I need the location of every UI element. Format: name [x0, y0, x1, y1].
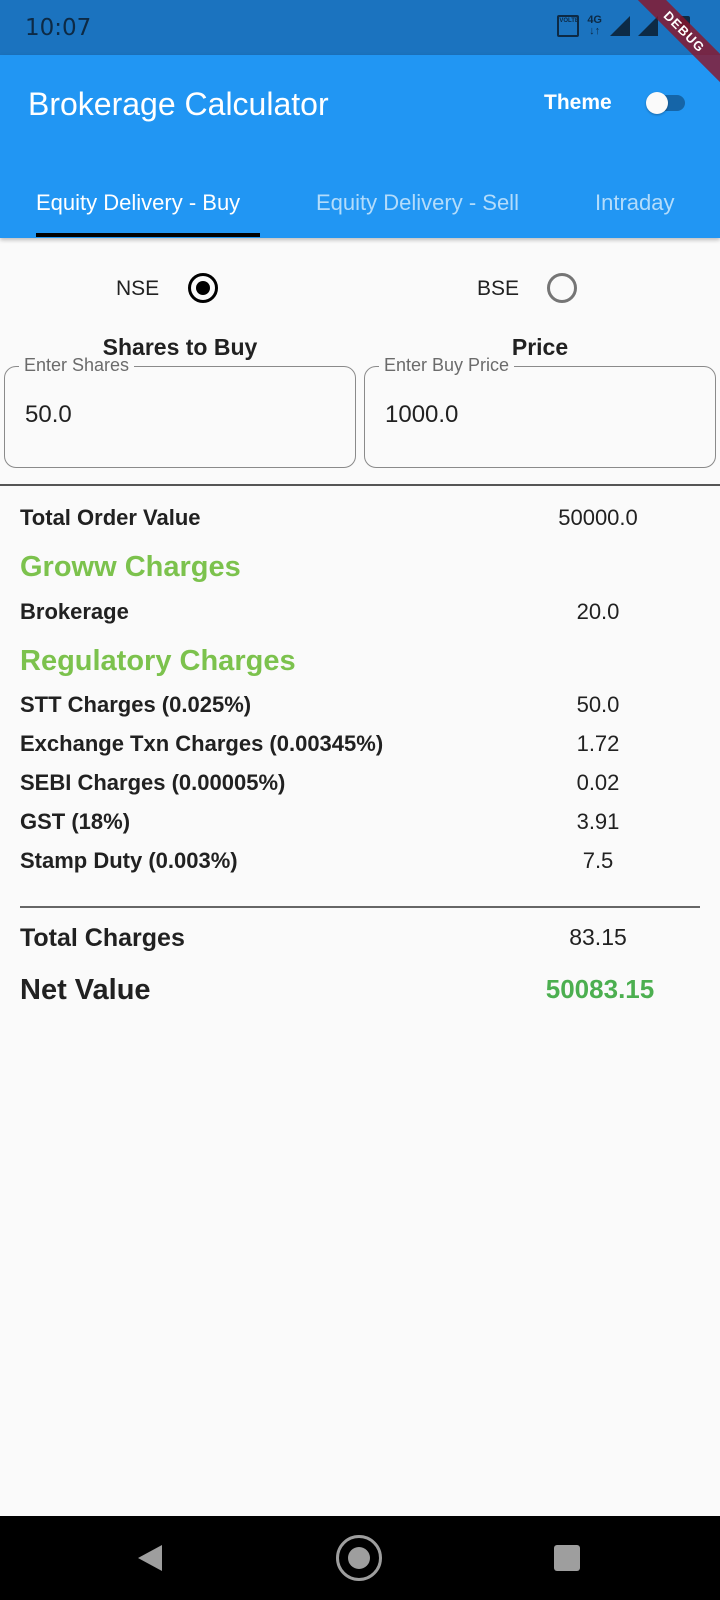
total-order-value: 50000.0	[558, 505, 638, 530]
volte-icon: VOLTE	[557, 15, 580, 37]
price-field[interactable]: Enter Buy Price	[364, 355, 716, 468]
total-charges-label: Total Charges	[20, 924, 185, 952]
total-order-value-label: Total Order Value	[20, 505, 201, 530]
charge-row-stt: STT Charges (0.025%) 50.0	[20, 692, 700, 718]
charge-value: 1.72	[576, 731, 620, 756]
volte-label: VOLTE	[559, 18, 579, 24]
system-nav-bar	[0, 1516, 720, 1600]
charge-label: STT Charges (0.025%)	[20, 692, 252, 717]
charge-value: 7.5	[582, 848, 614, 873]
nse-label[interactable]: NSE	[116, 277, 159, 301]
exchange-radio-group: NSE BSE	[0, 268, 720, 308]
network-4g-icon: 4G ↓↑	[587, 14, 602, 37]
recent-apps-icon[interactable]	[554, 1545, 580, 1571]
tab-intraday[interactable]: Intraday	[595, 190, 675, 216]
divider	[0, 484, 720, 486]
status-bar: 10:07 VOLTE 4G ↓↑	[0, 0, 720, 55]
charge-label: Exchange Txn Charges (0.00345%)	[20, 731, 384, 756]
charge-value: 50.0	[576, 692, 620, 717]
tab-equity-delivery-buy[interactable]: Equity Delivery - Buy	[36, 190, 240, 216]
charge-label: GST (18%)	[20, 809, 131, 834]
charge-label: SEBI Charges (0.00005%)	[20, 770, 286, 795]
tab-bar: Equity Delivery - Buy Equity Delivery - …	[0, 170, 720, 238]
theme-toggle[interactable]	[646, 92, 685, 114]
app-title: Brokerage Calculator	[28, 86, 329, 122]
home-icon[interactable]	[336, 1535, 382, 1581]
back-icon[interactable]	[138, 1545, 162, 1571]
app-bar: Brokerage Calculator Theme Equity Delive…	[0, 55, 720, 238]
theme-label: Theme	[544, 91, 612, 114]
battery-icon	[680, 16, 690, 36]
net-value: 50083.15	[545, 974, 655, 1004]
charge-value: 0.02	[576, 770, 620, 795]
shares-field-label: Enter Shares	[19, 355, 135, 376]
divider	[20, 906, 700, 908]
regulatory-charges-title: Regulatory Charges	[20, 645, 296, 677]
total-charges-value: 83.15	[569, 924, 627, 950]
network-label: 4G	[587, 14, 602, 26]
brokerage-value: 20.0	[576, 599, 620, 624]
bse-radio[interactable]	[547, 273, 577, 303]
tab-indicator	[36, 233, 260, 237]
signal-icon	[610, 16, 630, 36]
status-icons: VOLTE 4G ↓↑	[557, 15, 690, 37]
signal-icon-2	[638, 16, 658, 36]
charge-row-sebi: SEBI Charges (0.00005%) 0.02	[20, 770, 700, 796]
shares-field[interactable]: Enter Shares	[4, 355, 356, 468]
net-value-label: Net Value	[20, 974, 151, 1006]
price-input[interactable]	[385, 401, 685, 429]
shares-input[interactable]	[25, 401, 325, 429]
brokerage-label: Brokerage	[20, 599, 129, 624]
status-time: 10:07	[25, 15, 92, 41]
charge-value: 3.91	[576, 809, 620, 834]
nse-radio[interactable]	[188, 273, 218, 303]
brokerage-row: Brokerage 20.0	[20, 599, 700, 625]
net-value-row: Net Value 50083.15	[20, 974, 700, 1007]
total-charges-row: Total Charges 83.15	[20, 924, 700, 953]
tab-equity-delivery-sell[interactable]: Equity Delivery - Sell	[316, 190, 519, 216]
price-field-label: Enter Buy Price	[379, 355, 515, 376]
charge-label: Stamp Duty (0.003%)	[20, 848, 238, 873]
charge-row-gst: GST (18%) 3.91	[20, 809, 700, 835]
groww-charges-title: Groww Charges	[20, 551, 241, 583]
charge-row-exchange-txn: Exchange Txn Charges (0.00345%) 1.72	[20, 731, 700, 757]
bse-label[interactable]: BSE	[477, 277, 519, 301]
charge-row-stamp-duty: Stamp Duty (0.003%) 7.5	[20, 848, 700, 874]
total-order-value-row: Total Order Value 50000.0	[20, 505, 700, 531]
theme-toggle-thumb[interactable]	[646, 92, 668, 114]
